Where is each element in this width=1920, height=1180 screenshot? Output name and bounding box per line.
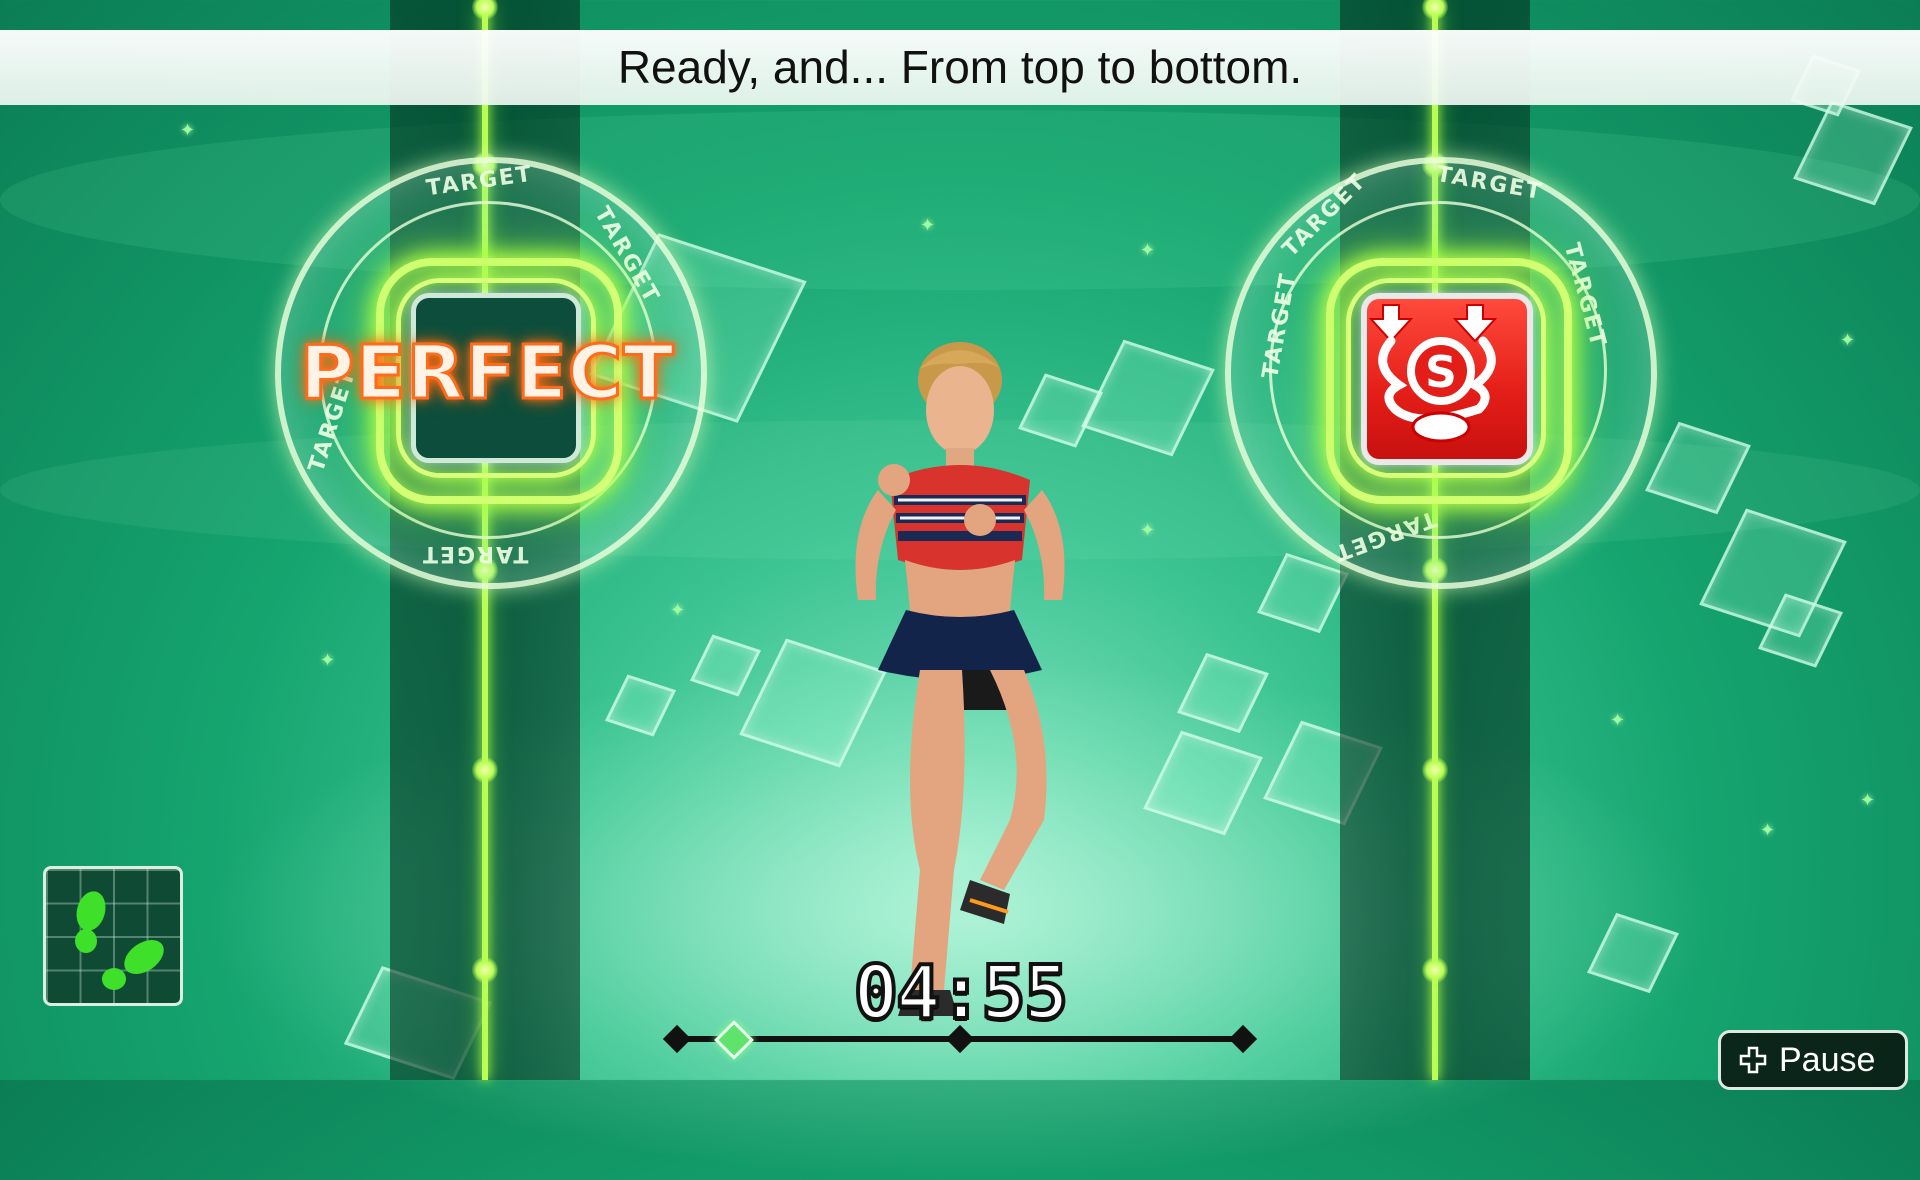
sparkle: ✦ <box>1840 330 1856 351</box>
perfect-feedback: PERFECT <box>299 329 676 418</box>
sparkle: ✦ <box>320 650 336 671</box>
pause-label: Pause <box>1779 1041 1876 1079</box>
instruction-banner: Ready, and... From top to bottom. <box>0 30 1920 105</box>
pause-button[interactable]: Pause <box>1718 1030 1908 1090</box>
beat-dot <box>1422 757 1448 783</box>
floating-cube <box>1645 421 1751 515</box>
target-label: TARGET <box>421 541 529 566</box>
floating-cube <box>1257 552 1349 634</box>
sparkle: ✦ <box>1760 820 1776 841</box>
beat-dot <box>1422 957 1448 983</box>
plus-button-icon <box>1739 1046 1767 1074</box>
beat-dot <box>472 0 498 20</box>
squat-command-pad: S <box>1361 293 1533 465</box>
instruction-text: Ready, and... From top to bottom. <box>617 41 1303 93</box>
beat-dot <box>472 957 498 983</box>
sparkle: ✦ <box>1140 520 1156 541</box>
beat-dot <box>1422 0 1448 20</box>
svg-text:S: S <box>1425 347 1457 398</box>
background-light-band <box>0 110 1920 290</box>
squat-s-icon: S <box>1368 304 1498 443</box>
sparkle: ✦ <box>1610 710 1626 731</box>
footstep-guide-panel <box>43 866 183 1006</box>
sparkle: ✦ <box>1860 790 1876 811</box>
target-label: TARGET <box>424 161 535 202</box>
sparkle: ✦ <box>1140 240 1156 261</box>
target-ring-right: TARGET TARGET TARGET TARGET TARGET S <box>1225 157 1657 589</box>
footsteps-icon <box>75 891 164 990</box>
sparkle: ✦ <box>670 600 686 621</box>
sparkle: ✦ <box>180 120 196 141</box>
floating-cube <box>1081 339 1215 457</box>
floating-cube <box>1793 100 1913 206</box>
sparkle: ✦ <box>920 215 936 236</box>
beat-dot <box>472 757 498 783</box>
workout-timer: 04:55 <box>852 948 1071 1038</box>
